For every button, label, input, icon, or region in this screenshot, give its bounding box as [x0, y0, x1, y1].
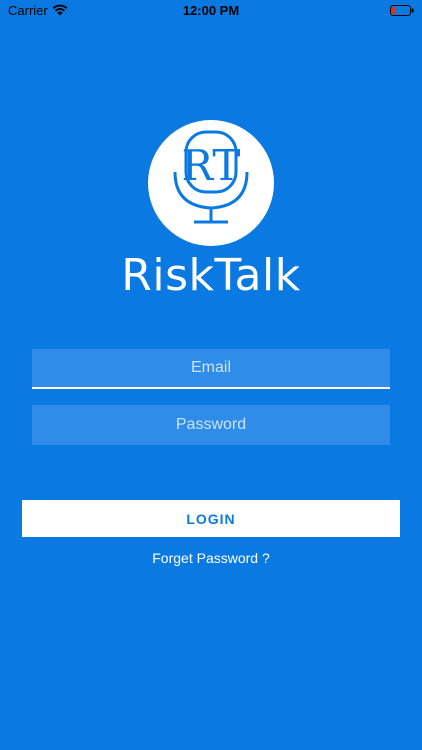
clock: 12:00 PM — [182, 3, 240, 18]
status-bar: Carrier 12:00 PM — [0, 0, 422, 22]
login-button[interactable]: LOGIN — [22, 500, 400, 537]
brand-name: RiskTalk — [121, 250, 301, 301]
forgot-password-link[interactable]: Forget Password ? — [0, 550, 422, 566]
email-field[interactable] — [32, 349, 390, 389]
password-field[interactable] — [32, 405, 390, 445]
logo-monogram: RT — [182, 141, 241, 190]
app-logo: RT — [148, 120, 274, 246]
battery-icon — [390, 5, 414, 16]
